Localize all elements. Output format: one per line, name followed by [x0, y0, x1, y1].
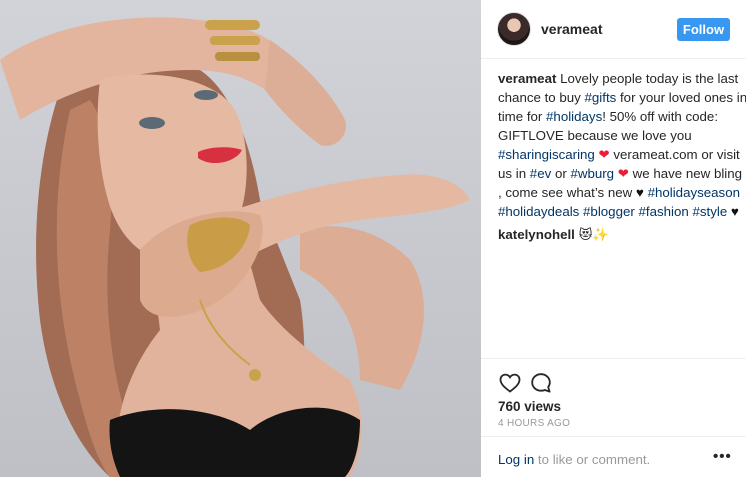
caption-line: , come see what’s new ♥ #holidayseason — [498, 183, 740, 202]
caption-text: , come see what’s new — [498, 185, 636, 200]
caption-text: GIFTLOVE because we love you — [498, 128, 692, 143]
caption-text: time for — [498, 109, 547, 124]
hashtag-link[interactable]: #ev — [530, 166, 551, 181]
hashtag-link[interactable]: #wburg — [570, 166, 614, 181]
caption-text: for your loved ones in — [616, 90, 746, 105]
post-header: verameat Follow — [481, 0, 746, 59]
caption-username[interactable]: verameat — [498, 71, 560, 86]
heart-outline-icon[interactable] — [498, 371, 522, 395]
views-count[interactable]: 760 views — [498, 399, 561, 414]
post-footer: Log in to like or comment. ••• — [481, 436, 746, 477]
black-heart-emoji-icon: ♥ — [635, 185, 644, 200]
hashtag-link[interactable]: #holidays — [546, 109, 602, 124]
caption-line: us in #ev or #wburg ❤ we have new bling — [498, 164, 742, 183]
login-prompt-text: to like or comment. — [534, 452, 651, 467]
post-timestamp[interactable]: 4 HOURS AGO — [498, 418, 570, 429]
login-link[interactable]: Log in — [498, 452, 534, 467]
hashtag-link[interactable]: #holidayseason — [648, 185, 740, 200]
comment-text: 😻✨ — [578, 227, 609, 242]
caption-line: time for #holidays! 50% off with code: — [498, 107, 738, 126]
login-prompt: Log in to like or comment. — [498, 452, 650, 467]
caption-text: chance to buy — [498, 90, 585, 105]
comments-section: verameat Lovely people today is the last… — [498, 69, 746, 244]
caption-line: verameat Lovely people today is the last — [498, 69, 738, 88]
comment-username[interactable]: katelynohell — [498, 227, 575, 242]
red-heart-emoji-icon: ❤ — [617, 166, 629, 181]
black-heart-emoji-icon: ♥ — [730, 204, 739, 219]
avatar[interactable] — [497, 12, 531, 46]
caption: verameat Lovely people today is the last… — [498, 69, 746, 221]
hashtag-link[interactable]: #holidaydeals — [498, 204, 579, 219]
caption-text: ! 50% off with code: — [602, 109, 719, 124]
caption-text: us in — [498, 166, 530, 181]
caption-text: Lovely people today is the last — [560, 71, 739, 86]
hashtag-link[interactable]: #fashion — [639, 204, 689, 219]
post-photo[interactable] — [0, 0, 481, 477]
comment-item: katelynohell 😻✨ — [498, 225, 738, 244]
hashtag-link[interactable]: #blogger — [583, 204, 635, 219]
caption-text: or — [551, 166, 571, 181]
caption-line: GIFTLOVE because we love you — [498, 126, 738, 145]
header-username[interactable]: verameat — [541, 21, 603, 37]
speech-bubble-icon[interactable] — [529, 371, 553, 395]
caption-line: chance to buy #gifts for your loved ones… — [498, 88, 746, 107]
follow-button[interactable]: Follow — [677, 18, 730, 41]
more-options-icon[interactable]: ••• — [713, 448, 732, 465]
caption-line: #sharingiscaring ❤ verameat.com or visit — [498, 145, 740, 164]
hashtag-link[interactable]: #style — [692, 204, 727, 219]
hashtag-link[interactable]: #sharingiscaring — [498, 147, 595, 162]
post-details-panel: verameat Follow verameat Lovely people t… — [481, 0, 746, 477]
caption-line: #holidaydeals #blogger #fashion #style ♥ — [498, 202, 739, 221]
hashtag-link[interactable]: #gifts — [585, 90, 617, 105]
red-heart-emoji-icon: ❤ — [598, 147, 610, 162]
caption-text: verameat.com or visit — [609, 147, 740, 162]
woman-portrait-image — [0, 17, 470, 477]
caption-text: we have new bling — [628, 166, 743, 181]
actions-divider — [481, 358, 746, 359]
